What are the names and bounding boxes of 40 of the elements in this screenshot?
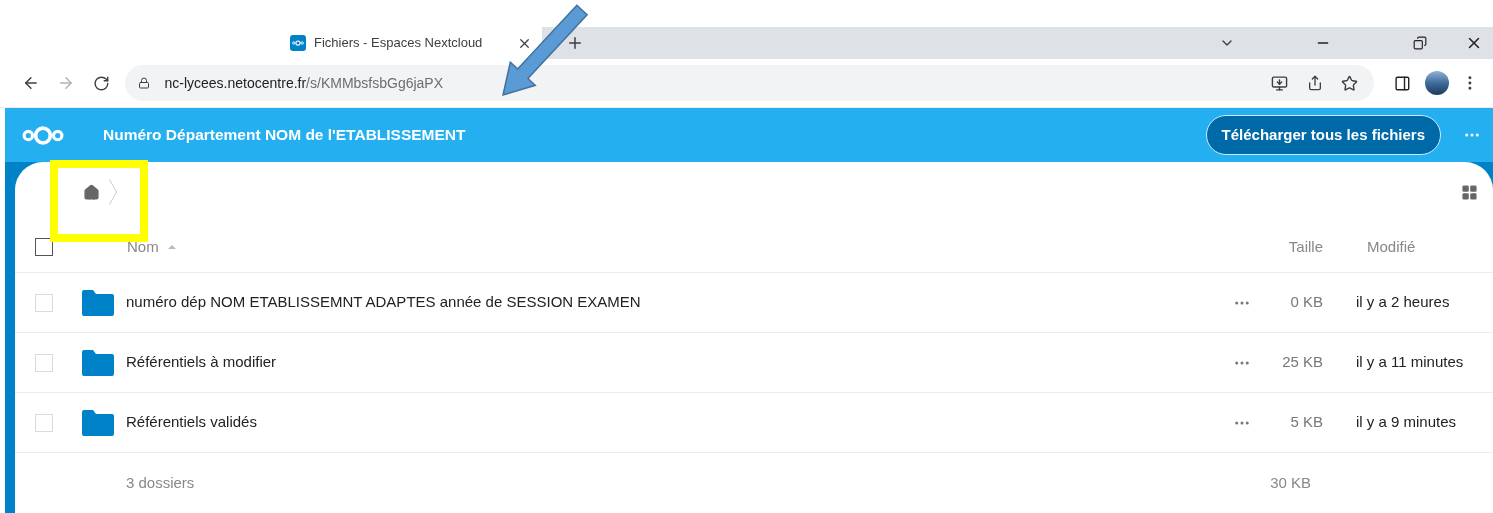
file-name[interactable]: Référentiels à modifier	[126, 351, 1233, 374]
restore-icon[interactable]	[1413, 36, 1427, 50]
file-size: 0 KB	[1289, 292, 1323, 313]
reload-icon[interactable]	[92, 74, 110, 92]
share-title: Numéro Département NOM de l'ETABLISSEMENT	[103, 125, 466, 146]
file-modified: il y a 9 minutes	[1356, 412, 1458, 433]
sort-caret-icon	[167, 245, 176, 249]
favicon-icon	[290, 35, 306, 51]
download-all-button[interactable]: Télécharger tous les fichiers	[1205, 115, 1441, 155]
file-name[interactable]: numéro dép NOM ETABLISSEMNT ADAPTES année de SESSION EXAMEN	[126, 291, 1233, 314]
file-modified: il y a 2 heures	[1356, 292, 1451, 313]
back-icon[interactable]	[22, 74, 40, 92]
grid-view-icon[interactable]	[1461, 183, 1478, 201]
address-bar[interactable]: nc-lycees.netocentre.fr/s/KMMbsfsbGg6jaPX	[125, 65, 1374, 101]
url-host: nc-lycees.netocentre.fr	[164, 73, 307, 93]
side-panel-icon[interactable]	[1393, 74, 1411, 92]
nextcloud-logo	[22, 124, 64, 146]
file-name[interactable]: Référentiels validés	[126, 411, 1233, 434]
star-icon[interactable]	[1340, 74, 1358, 92]
chevron-right-icon	[109, 179, 117, 205]
folder-icon	[82, 349, 114, 376]
url-path: /s/KMMbsfsbGg6jaPX	[306, 73, 444, 93]
install-icon[interactable]	[1270, 74, 1288, 92]
tab-title: Fichiers - Espaces Nextcloud	[314, 34, 484, 53]
column-header[interactable]: Taille	[1288, 235, 1323, 259]
column-header[interactable]: Modifié	[1367, 235, 1493, 259]
checkbox[interactable]	[35, 238, 53, 256]
file-modified: il y a 11 minutes	[1356, 352, 1465, 373]
total-size: 30 KB	[1270, 472, 1311, 493]
avatar[interactable]	[1425, 71, 1450, 95]
home-icon[interactable]	[83, 183, 100, 201]
column-header[interactable]: Nom	[127, 235, 159, 259]
share-icon[interactable]	[1306, 75, 1323, 91]
folder-count: 3 dossiers	[126, 472, 196, 493]
new-tab-icon[interactable]	[566, 34, 584, 52]
file-size: 5 KB	[1289, 412, 1323, 433]
folder-icon	[82, 409, 114, 436]
lock-icon	[138, 77, 151, 89]
file-size: 25 KB	[1281, 352, 1323, 373]
folder-icon	[82, 289, 114, 316]
